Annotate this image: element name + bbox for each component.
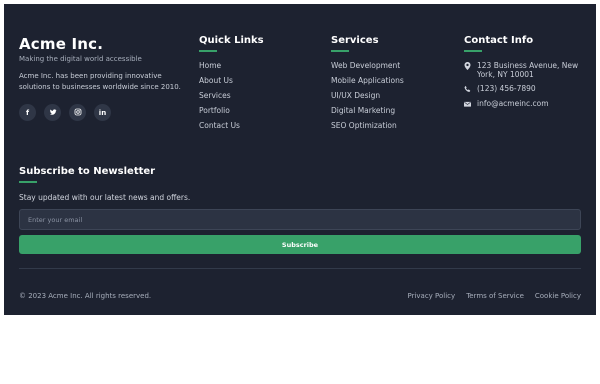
- service-seo-optimization[interactable]: SEO Optimization: [331, 121, 404, 136]
- quick-link-home[interactable]: Home: [199, 61, 240, 76]
- brand-tagline: Making the digital world accessible: [19, 55, 142, 63]
- contact-underline: [464, 50, 482, 52]
- newsletter-email-input[interactable]: [19, 209, 581, 230]
- twitter-icon: [49, 108, 57, 118]
- quick-link-portfolio[interactable]: Portfolio: [199, 106, 240, 121]
- subscribe-button[interactable]: Subscribe: [19, 235, 581, 254]
- instagram-link[interactable]: [69, 104, 86, 121]
- quick-link-about-us[interactable]: About Us: [199, 76, 240, 91]
- services-list: Web Development Mobile Applications UI/U…: [331, 61, 404, 136]
- legal-links: Privacy Policy Terms of Service Cookie P…: [407, 292, 581, 300]
- map-marker-icon: [464, 62, 471, 70]
- brand-name: Acme Inc.: [19, 35, 104, 53]
- facebook-icon: f: [25, 108, 30, 117]
- contact-email: info@acmeinc.com: [464, 99, 549, 108]
- service-ui-ux-design[interactable]: UI/UX Design: [331, 91, 404, 106]
- services-title: Services: [331, 35, 379, 46]
- service-web-development[interactable]: Web Development: [331, 61, 404, 76]
- social-links: f in: [19, 104, 111, 121]
- twitter-link[interactable]: [44, 104, 61, 121]
- cookie-policy-link[interactable]: Cookie Policy: [535, 292, 581, 300]
- quick-link-services[interactable]: Services: [199, 91, 240, 106]
- newsletter-text: Stay updated with our latest news and of…: [19, 193, 191, 202]
- privacy-policy-link[interactable]: Privacy Policy: [407, 292, 455, 300]
- brand-about: Acme Inc. has been providing innovative …: [19, 72, 181, 91]
- envelope-icon: [464, 100, 471, 108]
- quick-links-title: Quick Links: [199, 35, 264, 46]
- newsletter-underline: [19, 181, 37, 183]
- contact-email-text[interactable]: info@acmeinc.com: [477, 99, 549, 108]
- footer-divider: [19, 268, 581, 269]
- copyright-text: © 2023 Acme Inc. All rights reserved.: [19, 292, 152, 300]
- quick-link-contact-us[interactable]: Contact Us: [199, 121, 240, 136]
- service-digital-marketing[interactable]: Digital Marketing: [331, 106, 404, 121]
- phone-icon: [464, 85, 471, 93]
- quick-links-underline: [199, 50, 217, 52]
- services-underline: [331, 50, 349, 52]
- facebook-link[interactable]: f: [19, 104, 36, 121]
- contact-title: Contact Info: [464, 35, 534, 46]
- terms-of-service-link[interactable]: Terms of Service: [466, 292, 524, 300]
- linkedin-icon: in: [98, 108, 107, 117]
- contact-phone: (123) 456-7890: [464, 84, 536, 93]
- quick-links-list: Home About Us Services Portfolio Contact…: [199, 61, 240, 136]
- contact-phone-text[interactable]: (123) 456-7890: [477, 84, 536, 93]
- service-mobile-applications[interactable]: Mobile Applications: [331, 76, 404, 91]
- instagram-icon: [74, 108, 82, 118]
- contact-address-text: 123 Business Avenue, New York, NY 10001: [477, 61, 579, 79]
- linkedin-link[interactable]: in: [94, 104, 111, 121]
- site-footer: Acme Inc. Making the digital world acces…: [4, 4, 596, 315]
- contact-address: 123 Business Avenue, New York, NY 10001: [464, 61, 579, 79]
- newsletter-title: Subscribe to Newsletter: [19, 166, 156, 177]
